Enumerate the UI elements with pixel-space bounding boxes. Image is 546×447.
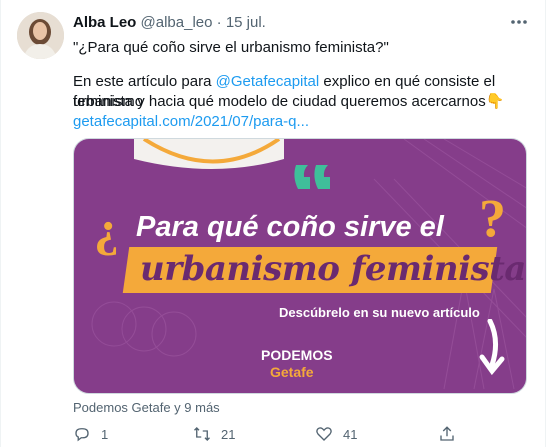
author-handle[interactable]: @alba_leo [141,14,213,31]
tweet[interactable]: Alba Leo @alba_leo · 15 jul. "¿Para qué … [0,0,546,447]
reply-button[interactable]: 1 [73,424,108,444]
curved-arrow-icon [479,319,505,375]
reply-icon [75,428,89,442]
retweet-button[interactable]: 21 [193,424,235,444]
reply-count: 1 [101,426,109,442]
headline-close-question: ? [479,188,506,248]
article-link[interactable]: getafecapital.com/2021/07/para-q... [73,112,533,132]
tagged-users[interactable]: Podemos Getafe y 9 más [73,400,220,415]
brand-podemos: PODEMOS [261,347,333,363]
headline-subline: Descúbrelo en su nuevo artículo [279,305,480,320]
share-button[interactable] [438,424,456,444]
mention-link[interactable]: @Getafecapital [216,73,320,90]
retweet-icon [194,427,210,441]
tweet-header: Alba Leo @alba_leo · 15 jul. [73,14,266,31]
tweet-media[interactable]: ¿ ? Para qué coño sirve el urbanismo fem… [73,138,527,394]
tweet-text-line1: "¿Para qué coño sirve el urbanismo femin… [73,39,389,56]
tweet-text-prefix: En este artículo para [73,73,216,90]
headline-line1: Para qué coño sirve el [136,211,444,243]
point-down-emoji: 👇 [485,93,505,110]
brand-getafe: Getafe [270,364,314,380]
headline-line2: urbanismo feminista [140,249,526,289]
tweet-text-line3: feminista y hacia qué modelo de ciudad q… [73,92,533,112]
author-name[interactable]: Alba Leo [73,14,136,31]
retweet-count: 21 [221,426,236,442]
heart-icon [316,427,332,441]
header-separator: · [216,14,222,31]
like-count: 41 [343,426,358,442]
tweet-actions: 1 21 41 [73,424,493,444]
more-options-icon[interactable] [509,12,529,32]
share-icon [440,426,454,441]
tweet-text-feminista: feminista y hacia qué modelo de ciudad q… [73,93,486,110]
tweet-date[interactable]: 15 jul. [226,14,266,31]
avatar[interactable] [17,12,64,59]
avatar-image [17,12,64,59]
headline-open-question: ¿ [94,200,119,256]
like-button[interactable]: 41 [315,424,357,444]
